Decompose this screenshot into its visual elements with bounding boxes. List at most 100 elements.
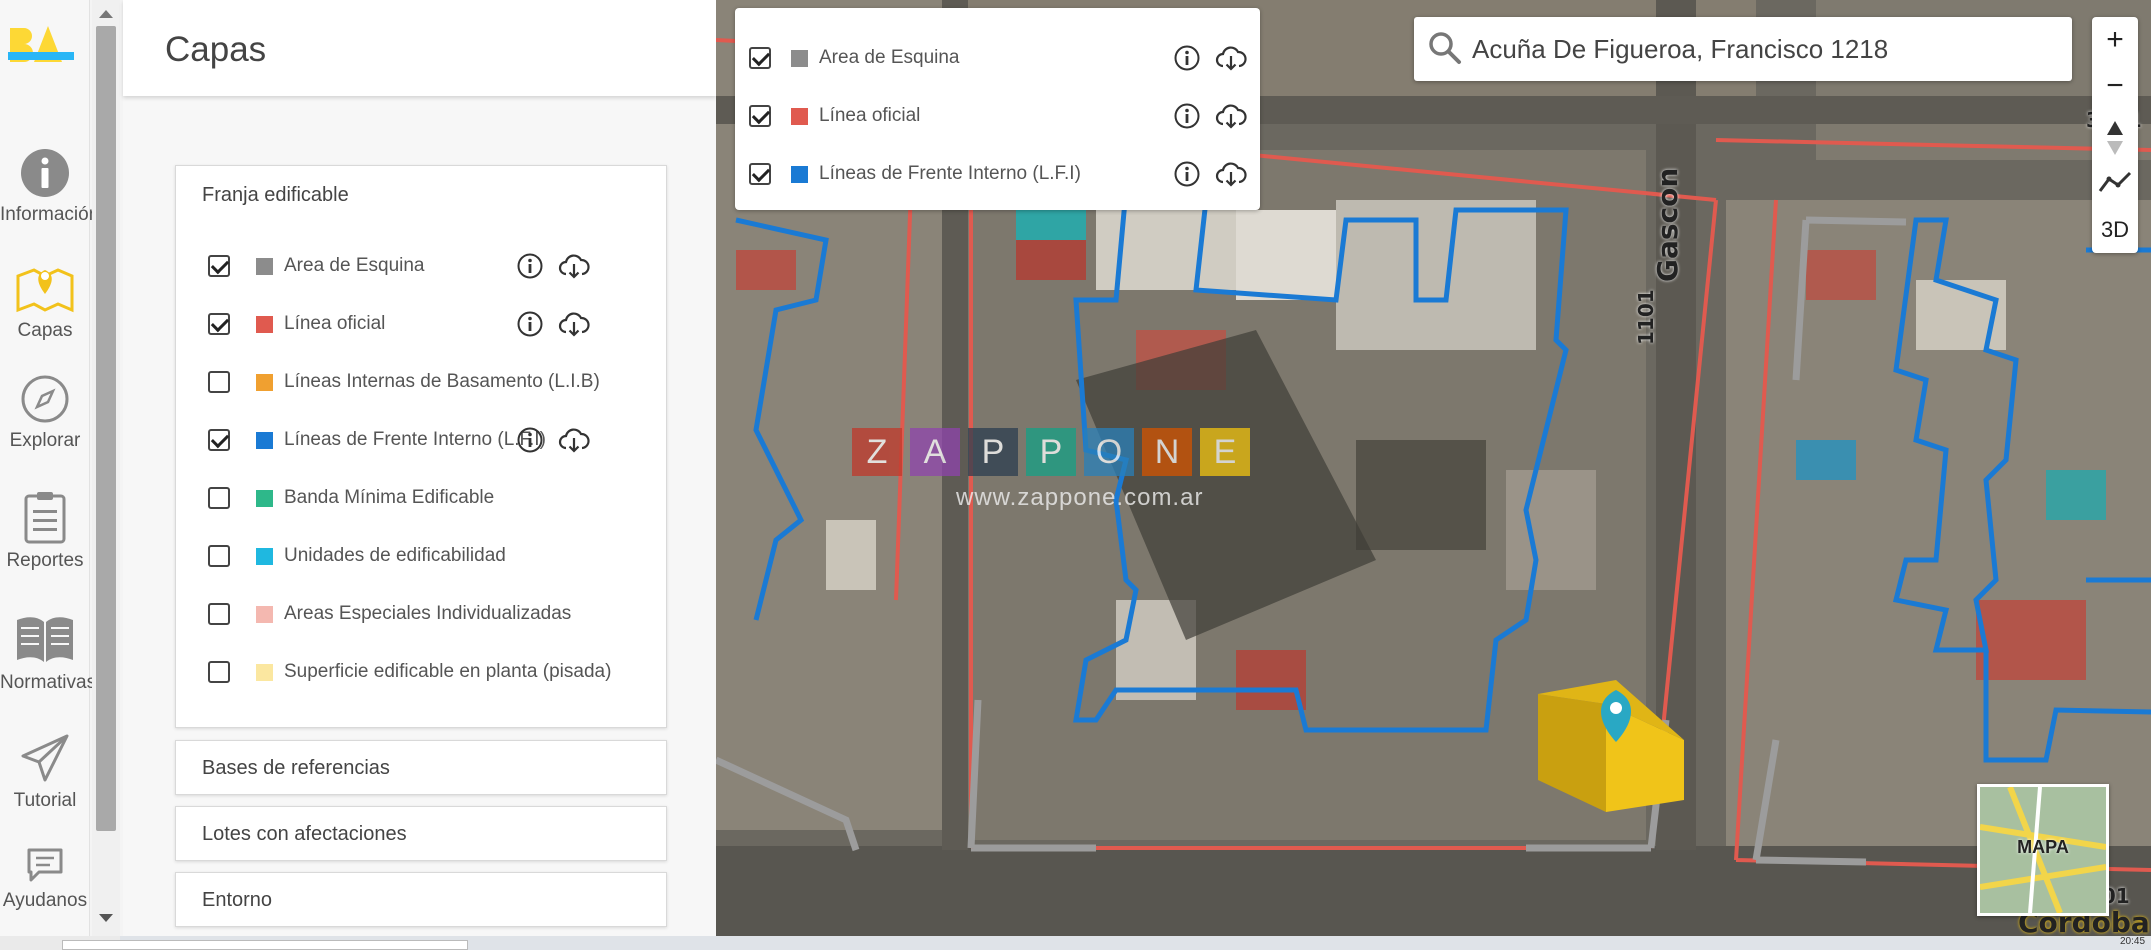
line-chart-icon [2098,171,2132,192]
address-search[interactable] [1414,17,2072,81]
layer-checkbox[interactable] [208,313,230,335]
layer-color-swatch [791,166,808,183]
layer-info-button[interactable] [516,426,544,454]
layer-info-button[interactable] [1173,102,1201,130]
layer-checkbox[interactable] [208,603,230,625]
watermark-letter: E [1200,428,1250,476]
street-name-label: Gascon [1651,167,1684,282]
section-title: Bases de referencias [202,757,390,779]
overlay-layer-row: Líneas de Frente Interno (L.F.I) [749,156,1249,192]
layer-row: Areas Especiales Individualizadas [208,596,648,632]
layer-checkbox[interactable] [208,255,230,277]
section-entorno[interactable]: Entorno [175,872,667,927]
minimap-label: MAPA [2017,837,2069,857]
search-input[interactable] [1470,29,2050,69]
ba-logo [8,26,74,62]
rail-item-ayudanos[interactable]: Ayudanos [0,846,90,912]
north-arrow-button[interactable] [2092,115,2138,161]
layer-download-button[interactable] [1215,44,1247,72]
paper-plane-icon [21,734,69,782]
layer-name: Línea oficial [819,105,921,126]
chat-icon [27,848,63,882]
rail-item-normativas[interactable]: Normativas [0,614,97,694]
clipboard-icon [24,492,66,544]
layer-color-swatch [791,108,808,125]
layer-color-swatch [256,374,273,391]
layer-checkbox[interactable] [208,371,230,393]
3d-toggle-button[interactable]: 3D [2092,207,2138,253]
watermark-letter: A [910,428,960,476]
watermark-letter: P [1026,428,1076,476]
layer-name: Areas Especiales Individualizadas [284,603,572,624]
cloud-download-icon [1215,162,1247,187]
layer-color-swatch [256,548,273,565]
rail-label: Normativas [0,672,97,693]
overlay-layer-checkbox[interactable] [749,47,771,69]
layer-row: Area de Esquina [208,248,648,284]
info-circle-icon [1174,103,1200,129]
cloud-download-icon [558,254,590,279]
layer-name: Línea oficial [284,313,386,334]
zoom-out-button[interactable]: − [2092,63,2138,109]
zoom-in-button[interactable]: + [2092,17,2138,63]
left-nav-rail: Información Capas Explorar Reportes Norm… [0,0,100,936]
section-lotes-con-afectaciones[interactable]: Lotes con afectaciones [175,806,667,861]
layer-download-button[interactable] [558,426,590,454]
layer-row: Unidades de edificabilidad [208,538,648,574]
layers-panel: Capas Franja edificable Area de Esquina L… [123,0,716,936]
rail-item-tutorial[interactable]: Tutorial [0,732,90,812]
watermark-url: www.zappone.com.ar [956,484,1204,511]
scroll-up-arrow[interactable] [99,10,113,18]
layer-color-swatch [256,432,273,449]
section-title[interactable]: Franja edificable [202,184,349,207]
layer-info-button[interactable] [516,252,544,280]
layer-name: Líneas de Frente Interno (L.F.I) [284,429,546,450]
layer-name: Unidades de edificabilidad [284,545,506,566]
panel-title: Capas [165,30,267,69]
rail-label: Explorar [9,430,81,451]
map-legend-overlay: Area de Esquina Línea oficial Líneas de Fr… [735,8,1260,210]
overlay-layer-checkbox[interactable] [749,163,771,185]
watermark-letter: N [1142,428,1192,476]
rail-scrollbar[interactable] [92,0,120,936]
layer-color-swatch [256,258,273,275]
layer-row: Líneas de Frente Interno (L.F.I) [208,422,648,458]
rail-label: Información [0,204,100,225]
layer-checkbox[interactable] [208,487,230,509]
section-bases-de-referencias[interactable]: Bases de referencias [175,740,667,795]
layer-info-button[interactable] [1173,160,1201,188]
section-title: Lotes con afectaciones [202,823,407,845]
layer-download-button[interactable] [558,310,590,338]
layer-download-button[interactable] [558,252,590,280]
layer-name: Banda Mínima Edificable [284,487,495,508]
rail-label: Reportes [6,550,84,571]
cloud-download-icon [1215,104,1247,129]
taskbar-search-field[interactable] [62,940,468,950]
info-icon [21,149,69,197]
layer-checkbox[interactable] [208,661,230,683]
overlay-layer-row: Línea oficial [749,98,1249,134]
overlay-layer-checkbox[interactable] [749,105,771,127]
rail-item-explorar[interactable]: Explorar [0,374,90,452]
rail-label: Tutorial [13,790,77,811]
layer-download-button[interactable] [1215,102,1247,130]
compass-icon [21,375,69,423]
scroll-down-arrow[interactable] [99,914,113,922]
layer-color-swatch [256,606,273,623]
layer-checkbox[interactable] [208,545,230,567]
layer-info-button[interactable] [516,310,544,338]
layer-download-button[interactable] [1215,160,1247,188]
layer-checkbox[interactable] [208,429,230,451]
scroll-thumb[interactable] [96,26,116,831]
search-icon [1429,32,1461,64]
rail-item-reportes[interactable]: Reportes [0,490,90,572]
minimap-toggle[interactable]: MAPA [1977,784,2109,916]
cloud-download-icon [1215,46,1247,71]
layer-info-button[interactable] [1173,44,1201,72]
rail-item-capas[interactable]: Capas [0,258,90,342]
rail-label: Ayudanos [2,890,88,911]
rail-item-informacion[interactable]: Información [0,148,100,226]
layer-name: Líneas de Frente Interno (L.F.I) [819,163,1081,184]
measure-line-button[interactable] [2092,159,2138,205]
layer-row: Banda Mínima Edificable [208,480,648,516]
